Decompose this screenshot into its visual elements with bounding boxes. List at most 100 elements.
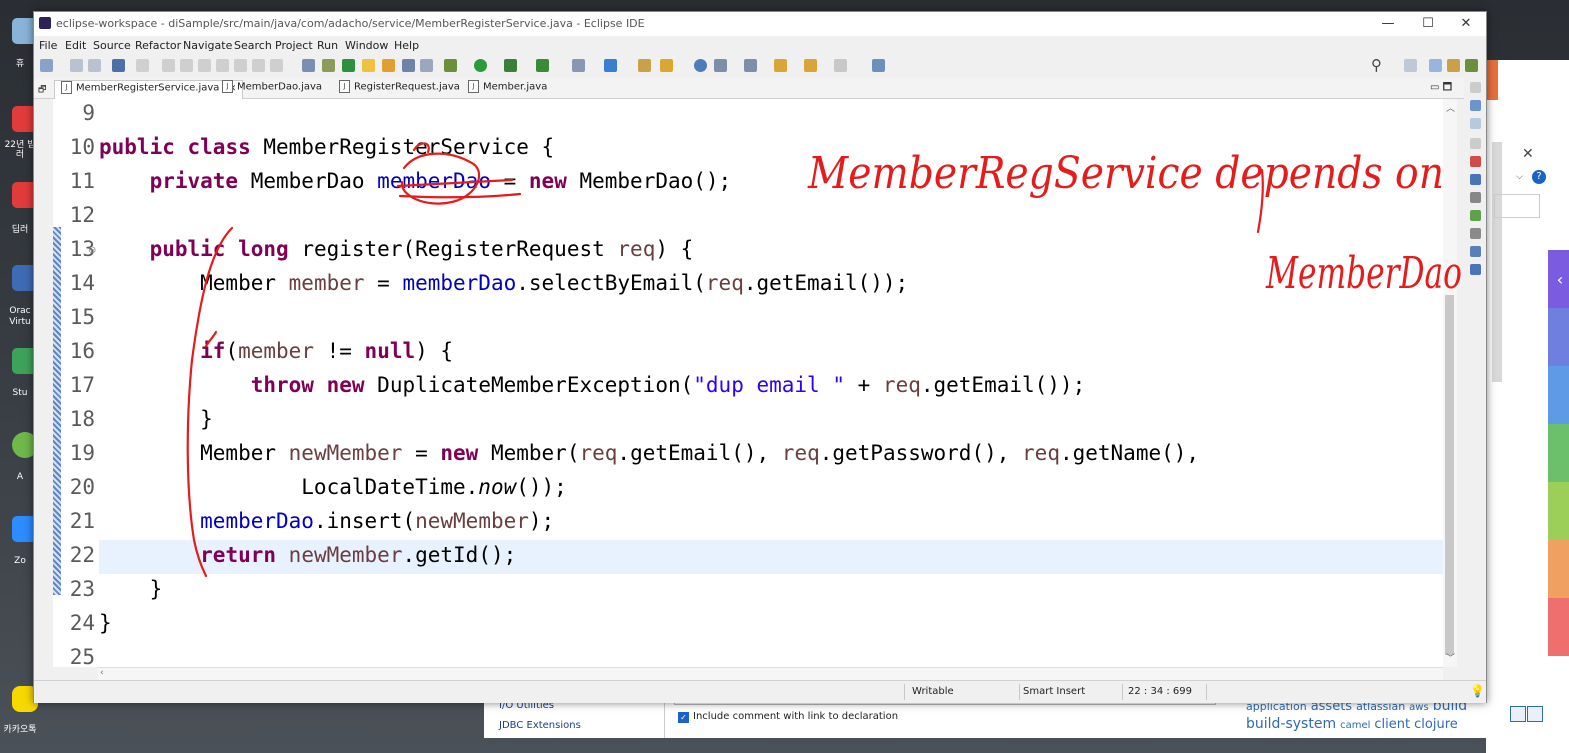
menu-project[interactable]: Project: [275, 39, 313, 52]
code-line[interactable]: if(member != null) {: [99, 339, 453, 363]
pin-icon[interactable]: [342, 59, 355, 72]
skip-breakpoints-icon[interactable]: [136, 59, 149, 72]
horizontal-scrollbar[interactable]: ‹: [98, 667, 1443, 680]
code-line[interactable]: return newMember.getId();: [99, 543, 516, 567]
coverage-icon[interactable]: [504, 59, 517, 72]
code-line[interactable]: Member newMember = new Member(req.getEma…: [99, 441, 1199, 465]
tab-member-register-service[interactable]: JMemberRegisterService.java ✕: [54, 80, 244, 99]
external-tools-icon[interactable]: [536, 59, 549, 72]
new-server-icon[interactable]: [572, 59, 585, 72]
close-button[interactable]: ✕: [1447, 14, 1485, 34]
snippets-icon[interactable]: [1470, 228, 1481, 239]
layout-toggle-icon[interactable]: [1527, 706, 1543, 722]
list-item[interactable]: JDBC Extensions: [499, 720, 581, 731]
maximize-button[interactable]: ☐: [1409, 14, 1447, 34]
code-line[interactable]: memberDao.insert(newMember);: [99, 509, 554, 533]
open-type-icon[interactable]: [638, 59, 651, 72]
tag[interactable]: camel: [1340, 720, 1370, 731]
format-icon[interactable]: [302, 59, 315, 72]
outline-icon[interactable]: [1470, 100, 1481, 111]
new-icon[interactable]: [40, 59, 53, 72]
data-source-icon[interactable]: [1470, 210, 1481, 221]
tab-member-dao[interactable]: J MemberDao.java: [222, 80, 322, 98]
step-over-icon[interactable]: [252, 59, 265, 72]
code-line[interactable]: Member member = memberDao.selectByEmail(…: [99, 271, 908, 295]
minimize-button[interactable]: —: [1369, 14, 1407, 34]
close-icon[interactable]: ✕: [1522, 146, 1534, 162]
hierarchy-icon[interactable]: [1470, 118, 1481, 129]
tag[interactable]: clojure: [1414, 717, 1458, 732]
annotation-icon[interactable]: [382, 59, 395, 72]
terminal-icon[interactable]: [112, 59, 125, 72]
title-bar[interactable]: eclipse-workspace - diSample/src/main/ja…: [34, 12, 1486, 36]
scroll-left-icon[interactable]: ‹: [100, 668, 104, 678]
layout-toggle-icon[interactable]: [1510, 706, 1526, 722]
background-input[interactable]: [1494, 194, 1540, 218]
block-icon[interactable]: [402, 59, 415, 72]
servers-icon[interactable]: [1470, 192, 1481, 203]
restore-icon[interactable]: [1470, 82, 1481, 93]
pin-editor-icon[interactable]: [872, 59, 885, 72]
menu-edit[interactable]: Edit: [65, 39, 86, 52]
run-icon[interactable]: [474, 59, 487, 72]
minimize-maximize-icons[interactable]: ▭ 🗖: [1430, 80, 1452, 97]
tag[interactable]: client: [1374, 717, 1410, 732]
java-perspective-icon[interactable]: [1447, 59, 1460, 72]
menu-run[interactable]: Run: [317, 39, 338, 52]
view-menu-icon[interactable]: 🗗: [38, 82, 46, 98]
code-line[interactable]: public long register(RegisterRequest req…: [99, 237, 694, 261]
java-ee-perspective-icon[interactable]: [1429, 59, 1442, 72]
problems-icon[interactable]: [1470, 156, 1481, 167]
fold-icon[interactable]: ⊖: [88, 245, 96, 256]
background-scrollbar[interactable]: [1492, 142, 1502, 382]
highlight-icon[interactable]: [362, 59, 375, 72]
search-tool-icon[interactable]: [660, 59, 673, 72]
search-icon[interactable]: ⚲: [1371, 56, 1382, 74]
step-into-icon[interactable]: [234, 59, 247, 72]
debug-perspective-icon[interactable]: [1465, 59, 1478, 72]
resume-icon[interactable]: [162, 59, 175, 72]
menu-search[interactable]: Search: [234, 39, 272, 52]
menu-file[interactable]: File: [39, 39, 57, 52]
prev-annotation-icon[interactable]: [744, 59, 757, 72]
code-line[interactable]: public class MemberRegisterService {: [99, 135, 554, 159]
chevron-down-icon[interactable]: ⌵: [1516, 172, 1523, 182]
menu-window[interactable]: Window: [345, 39, 388, 52]
terminate-icon[interactable]: [198, 59, 211, 72]
tab-member[interactable]: J Member.java: [468, 80, 547, 98]
menu-help[interactable]: Help: [394, 39, 419, 52]
vertical-scrollbar[interactable]: ︿ ﹀: [1443, 99, 1457, 667]
help-icon[interactable]: ?: [1532, 170, 1546, 184]
tag[interactable]: aws: [1409, 702, 1429, 713]
code-line[interactable]: }: [99, 611, 112, 635]
code-line[interactable]: throw new DuplicateMemberException("dup …: [99, 373, 1086, 397]
tab-register-request[interactable]: J RegisterRequest.java: [339, 80, 460, 98]
new-class-icon[interactable]: [604, 59, 617, 72]
tag[interactable]: build-system: [1246, 716, 1336, 732]
code-line[interactable]: }: [99, 407, 213, 431]
tasks-icon[interactable]: [322, 59, 335, 72]
step-icon[interactable]: [216, 59, 229, 72]
side-panel-tab[interactable]: ‹: [1551, 258, 1569, 302]
code-line[interactable]: LocalDateTime.now());: [99, 475, 567, 499]
code-line[interactable]: }: [99, 577, 163, 601]
menu-navigate[interactable]: Navigate: [183, 39, 232, 52]
menu-refactor[interactable]: Refactor: [135, 39, 181, 52]
next-annotation-icon[interactable]: [714, 59, 727, 72]
suspend-icon[interactable]: [180, 59, 193, 72]
code-editor[interactable]: 9 10 11 12 13 14 15 16 17 18 19 20 21 22 23 24 25 ⊖ publ…: [53, 99, 1443, 667]
code-line[interactable]: private MemberDao memberDao = new Member…: [99, 169, 732, 193]
save-all-icon[interactable]: [88, 59, 101, 72]
console-icon[interactable]: [1470, 174, 1481, 185]
menu-source[interactable]: Source: [93, 39, 131, 52]
lightbulb-icon[interactable]: 💡: [1470, 684, 1485, 698]
scroll-down-icon[interactable]: ﹀: [1446, 651, 1455, 664]
forward-icon[interactable]: [834, 59, 847, 72]
whitespace-icon[interactable]: [420, 59, 433, 72]
include-comment-checkbox[interactable]: ✓: [678, 712, 689, 723]
scroll-up-icon[interactable]: ︿: [1446, 101, 1455, 114]
back-icon[interactable]: [804, 59, 817, 72]
progress-icon[interactable]: [1470, 246, 1481, 257]
step-return-icon[interactable]: [270, 59, 283, 72]
search-view-icon[interactable]: [1470, 264, 1481, 275]
